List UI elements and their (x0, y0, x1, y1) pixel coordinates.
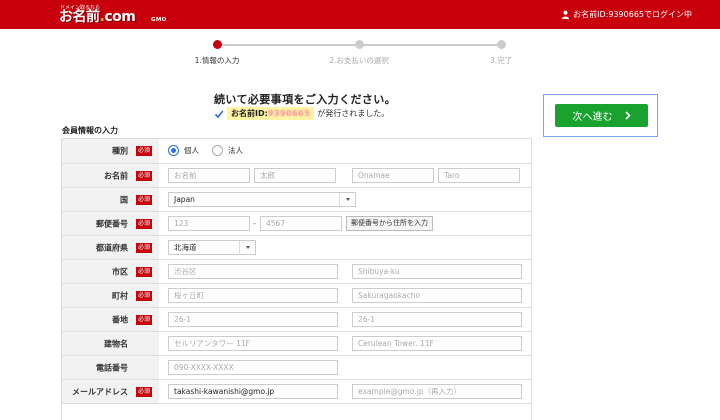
name-label: お名前 (104, 171, 128, 180)
prefecture-select[interactable]: 北海道 (168, 240, 256, 255)
city-en-input[interactable]: Shibuya-ku (352, 264, 522, 279)
required-badge: 必須 (136, 386, 153, 397)
form-row-name: お名前 必須 お名前 太郎 Onamae Taro (62, 164, 531, 188)
postal-label: 郵便番号 (96, 219, 128, 228)
postal-code-part2-input[interactable]: 4567 (260, 216, 342, 231)
radio-corporation[interactable]: 法人 (212, 145, 243, 156)
country-select[interactable]: Japan (168, 192, 356, 207)
radio-unselected-icon (212, 145, 223, 156)
form-row-country: 国必須 Japan (62, 188, 531, 212)
form-row-prefecture: 都道府県 必須 北海道 (62, 236, 531, 260)
postal-separator: - (253, 219, 256, 228)
town-jp-input[interactable]: 桜ヶ丘町 (168, 288, 338, 303)
section-title: 会員情報の入力 (62, 126, 118, 135)
form-row-type: 種別 必須 個人 法人 (62, 139, 531, 164)
type-label: 種別 (112, 146, 128, 156)
address-label: 番地 (112, 315, 128, 324)
step-dot-3 (497, 40, 506, 49)
email-label: メールアドレス (72, 387, 128, 396)
form-row-city: 市区 必須 渋谷区 Shibuya-ku (62, 260, 531, 284)
step-dot-1 (213, 40, 222, 49)
building-label: 建物名 (104, 339, 128, 348)
onamae-logo[interactable]: ドメイン取るなら お名前.com GMO (59, 4, 177, 26)
chevron-down-icon (339, 193, 355, 206)
logo-wordmark: お名前.com (59, 9, 136, 25)
building-jp-input[interactable]: セルリアンタワー 11F (168, 336, 338, 351)
progress-stepper: 1.情報の入力 2.お支払いの選択 3.完了 (190, 40, 530, 72)
user-icon (562, 10, 570, 19)
next-button-frame: 次へ進む (543, 94, 658, 137)
next-button[interactable]: 次へ進む (555, 104, 648, 127)
step-dot-2 (355, 40, 364, 49)
prefecture-label: 都道府県 (96, 243, 128, 252)
form-row-phone: 電話番号 090-XXXX-XXXX (62, 356, 531, 380)
required-badge: 必須 (136, 218, 153, 229)
town-en-input[interactable]: Sakuragaokacho (352, 288, 522, 303)
required-badge: 必須 (136, 146, 153, 156)
last-name-roman-input[interactable]: Onamae (352, 168, 434, 183)
page-heading: 続いて必要事項をご入力ください。 (214, 93, 397, 106)
logo-gmo: GMO (151, 17, 167, 23)
city-label: 市区 (112, 267, 128, 276)
last-name-kanji-input[interactable]: お名前 (168, 168, 250, 183)
form-row-postal: 郵便番号 必須 123 - 4567 郵便番号から住所を入力 (62, 212, 531, 236)
top-bar: ドメイン取るなら お名前.com GMO お名前ID:9390665でログイン中 (0, 0, 720, 29)
required-badge: 必須 (136, 242, 153, 253)
country-label: 国 (120, 195, 128, 204)
radio-individual[interactable]: 個人 (168, 145, 199, 156)
login-text: お名前ID:9390665でログイン中 (573, 10, 692, 19)
member-info-form: 種別 必須 個人 法人 お名前 必須 お名前 太郎 Onamae Taro 国必須 … (61, 138, 532, 420)
required-badge: 必須 (136, 266, 153, 277)
address-en-input[interactable]: 26-1 (352, 312, 522, 327)
issued-id-value: 9390665 (267, 109, 311, 118)
form-row-building: 建物名 セルリアンタワー 11F Cerulean Tower. 11F (62, 332, 531, 356)
issued-id-badge: お名前ID:9390665 (227, 107, 315, 120)
required-badge: 必須 (136, 170, 153, 181)
postal-code-part1-input[interactable]: 123 (168, 216, 250, 231)
form-row-email: メールアドレス 必須 takashi-kawanishi@gmo.jp examp… (62, 380, 531, 404)
required-badge: 必須 (136, 194, 153, 205)
address-jp-input[interactable]: 26-1 (168, 312, 338, 327)
form-row-town: 町村 必須 桜ヶ丘町 Sakuragaokacho (62, 284, 531, 308)
building-en-input[interactable]: Cerulean Tower. 11F (352, 336, 522, 351)
step-label-2: 2.お支払いの選択 (329, 56, 389, 65)
required-badge: 必須 (136, 290, 153, 301)
step-label-3: 3.完了 (489, 56, 513, 65)
chevron-down-icon (239, 241, 255, 254)
id-issued-notice: お名前ID:9390665 が発行されました。 (214, 107, 389, 120)
email-input[interactable]: takashi-kawanishi@gmo.jp (168, 384, 338, 399)
chevron-right-icon (624, 111, 631, 120)
phone-input[interactable]: 090-XXXX-XXXX (168, 360, 338, 375)
email-confirm-input[interactable]: example@gmo.jp（再入力） (352, 384, 522, 399)
first-name-roman-input[interactable]: Taro (438, 168, 520, 183)
check-icon (214, 110, 224, 118)
postal-lookup-button[interactable]: 郵便番号から住所を入力 (346, 216, 433, 231)
town-label: 町村 (112, 291, 128, 300)
issued-text: が発行されました。 (317, 109, 390, 118)
form-row-address: 番地 必須 26-1 26-1 (62, 308, 531, 332)
required-badge: 必須 (136, 314, 153, 325)
first-name-kanji-input[interactable]: 太郎 (254, 168, 336, 183)
phone-label: 電話番号 (96, 363, 128, 372)
step-label-1: 1.情報の入力 (194, 56, 240, 65)
radio-selected-icon (168, 145, 179, 156)
city-jp-input[interactable]: 渋谷区 (168, 264, 338, 279)
login-status: お名前ID:9390665でログイン中 (561, 9, 692, 20)
